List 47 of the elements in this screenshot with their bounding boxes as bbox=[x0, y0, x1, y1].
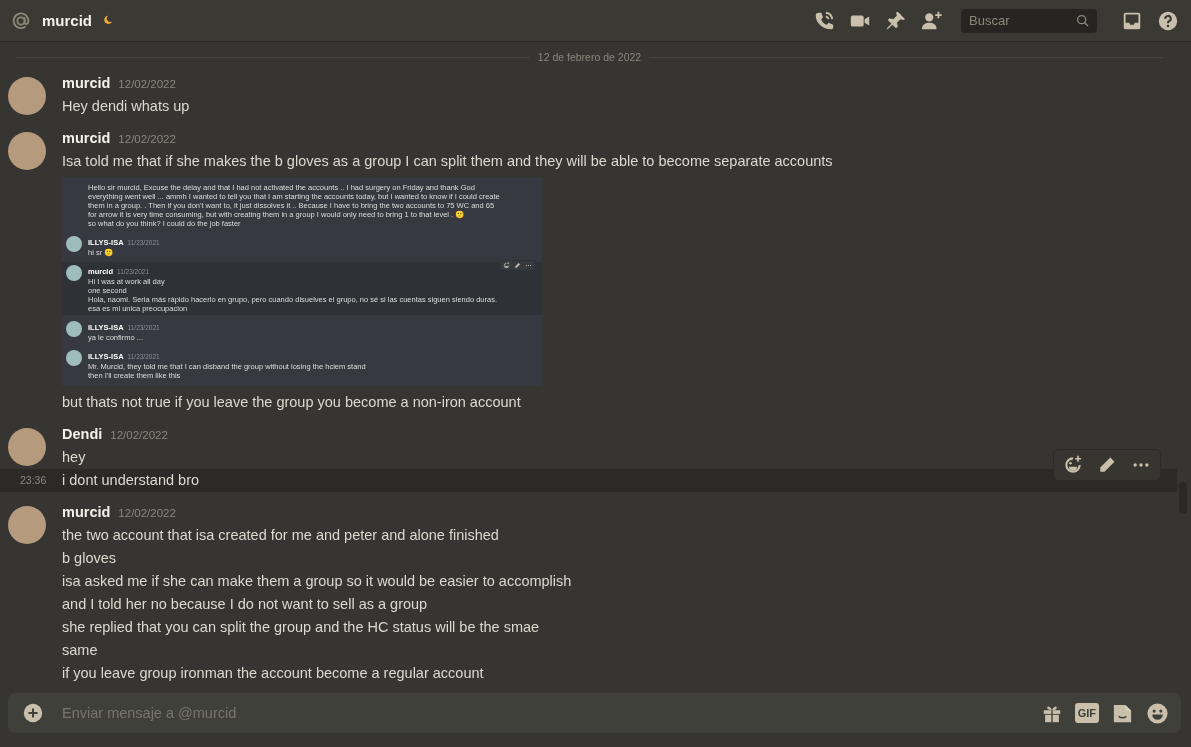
message-time: 23:36 bbox=[20, 473, 47, 488]
message-text: isa asked me if she can make them a group so it would be easier to accomplish bbox=[62, 572, 572, 591]
message-text: hey bbox=[62, 448, 86, 467]
message-text: Isa told me that if she makes the b gloves as a group I can split them and they will be able to become separate accounts bbox=[62, 152, 833, 171]
search-icon bbox=[1075, 12, 1091, 29]
add-person-icon[interactable] bbox=[921, 9, 943, 32]
avatar bbox=[66, 265, 82, 281]
message-text: the two account that isa created for me and peter and alone finished bbox=[62, 526, 499, 545]
call-icon[interactable] bbox=[813, 9, 835, 32]
add-reaction-icon[interactable] bbox=[503, 262, 510, 269]
author-name[interactable]: murcid bbox=[62, 75, 111, 91]
message-text: and I told her no because I do not want to sell as a group bbox=[62, 595, 428, 614]
message-text: b gloves bbox=[62, 549, 116, 568]
message-text: i dont understand bro bbox=[62, 471, 200, 490]
date-divider: 12 de febrero de 2022 bbox=[537, 51, 642, 63]
message-timestamp: 12/02/2022 bbox=[118, 507, 176, 519]
message-timestamp: 12/02/2022 bbox=[118, 133, 176, 145]
avatar bbox=[66, 350, 82, 366]
avatar bbox=[66, 321, 82, 337]
add-circle-icon[interactable] bbox=[22, 702, 44, 724]
channel-name: murcid bbox=[42, 12, 92, 29]
screenshot-attachment[interactable] bbox=[62, 177, 542, 386]
message-text: if you leave group ironman the account become a regular account bbox=[62, 664, 484, 683]
author-name[interactable]: Dendi bbox=[62, 426, 103, 442]
avatar bbox=[8, 77, 46, 115]
search-field[interactable]: Buscar bbox=[961, 8, 1097, 33]
search-input[interactable]: Buscar bbox=[967, 12, 1075, 29]
message-timestamp: 12/02/2022 bbox=[118, 78, 176, 90]
message-timestamp: 12/02/2022 bbox=[110, 429, 168, 441]
avatar bbox=[66, 236, 82, 252]
emoji-icon[interactable] bbox=[1146, 701, 1169, 725]
avatar bbox=[8, 132, 46, 170]
add-reaction-icon[interactable] bbox=[1063, 455, 1083, 475]
avatar bbox=[8, 428, 46, 466]
avatar bbox=[8, 506, 46, 544]
author-name[interactable]: murcid bbox=[62, 130, 111, 146]
message-text: Hey dendi whats up bbox=[62, 97, 190, 116]
author-name[interactable]: murcid bbox=[62, 504, 111, 520]
message-text: but thats not true if you leave the group you become a non-iron account bbox=[62, 393, 521, 412]
pencil-icon[interactable] bbox=[514, 262, 521, 269]
pin-icon[interactable] bbox=[885, 9, 907, 32]
more-icon[interactable] bbox=[525, 262, 532, 269]
gif-button[interactable]: GIF bbox=[1074, 703, 1099, 723]
help-icon[interactable] bbox=[1157, 9, 1179, 32]
pencil-icon[interactable] bbox=[1097, 455, 1117, 475]
message-text: same bbox=[62, 641, 98, 660]
message-text: she replied that you can split the group and the HC status will be the smae bbox=[62, 618, 540, 637]
